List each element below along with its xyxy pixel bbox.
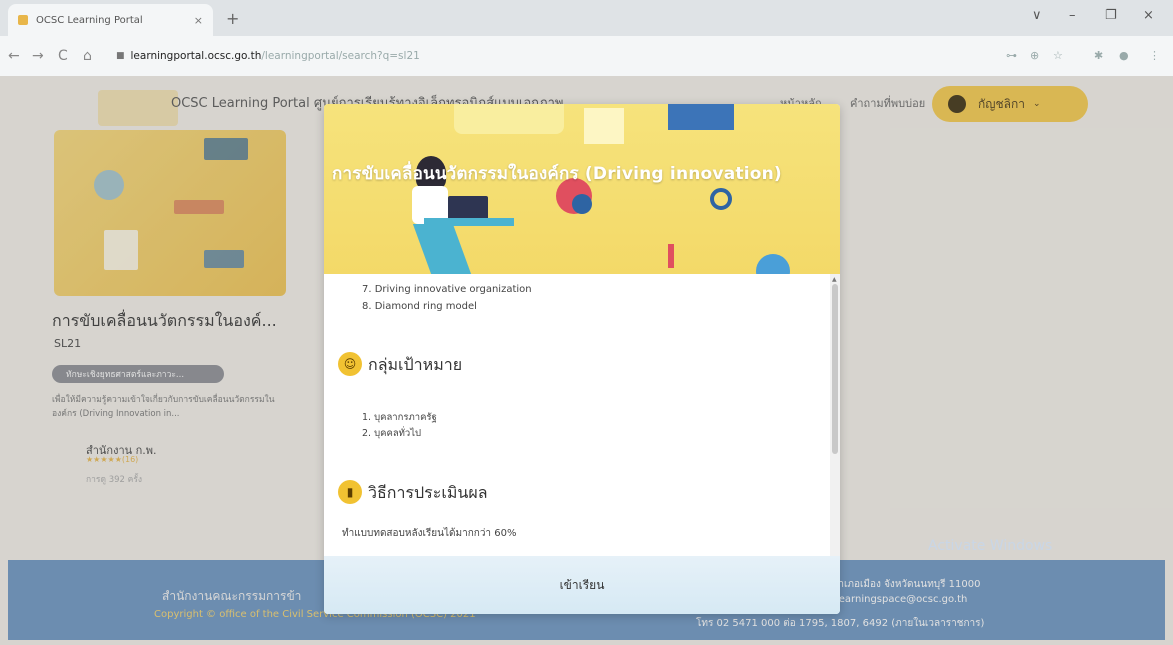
tab-close-icon[interactable]: × bbox=[194, 14, 203, 27]
key-icon[interactable]: ⊶ bbox=[1006, 49, 1017, 62]
new-tab-button[interactable]: + bbox=[226, 9, 239, 28]
target-audience-icon: ☺ bbox=[338, 352, 362, 376]
evaluation-heading: วิธีการประเมินผล bbox=[368, 483, 488, 502]
bar-chart-icon: ▮ bbox=[338, 480, 362, 504]
extensions-icon[interactable]: ✱ bbox=[1094, 49, 1103, 62]
share-icon[interactable]: ⊕ bbox=[1030, 49, 1039, 62]
modal-banner-title: การขับเคลื่อนนวัตกรรมในองค์กร (Driving i… bbox=[332, 164, 782, 184]
site-favicon-icon bbox=[18, 15, 28, 25]
activate-windows-watermark: Activate Windows bbox=[928, 538, 1053, 554]
target-item: 1. บุคลากรภาครัฐ bbox=[362, 412, 437, 423]
scroll-up-arrow-icon[interactable]: ▲ bbox=[832, 276, 837, 283]
tab-search-icon[interactable]: ∨ bbox=[1032, 8, 1042, 23]
lock-icon: ■ bbox=[116, 51, 125, 61]
target-audience-heading: กลุ่มเป้าหมาย bbox=[368, 355, 463, 374]
modal-content: 7. Driving innovative organization 8. Di… bbox=[324, 274, 830, 556]
enroll-button[interactable]: เข้าเรียน bbox=[532, 572, 632, 598]
scrollbar-thumb[interactable] bbox=[832, 284, 838, 454]
tab-title: OCSC Learning Portal bbox=[36, 14, 143, 26]
url-path: /learningportal/search?q=sl21 bbox=[261, 50, 420, 62]
modal-scrollbar[interactable]: ▲ bbox=[830, 274, 840, 556]
forward-icon[interactable]: → bbox=[32, 48, 44, 64]
back-icon[interactable]: ← bbox=[8, 48, 20, 64]
modal-footer: เข้าเรียน bbox=[324, 556, 840, 614]
maximize-button[interactable]: ❐ bbox=[1105, 8, 1117, 23]
url-host: learningportal.ocsc.go.th bbox=[130, 50, 262, 62]
evaluation-text: ทำแบบทดสอบหลังเรียนได้มากกว่า 60% bbox=[342, 528, 517, 539]
minimize-button[interactable]: – bbox=[1069, 8, 1076, 23]
course-banner: การขับเคลื่อนนวัตกรรมในองค์กร (Driving i… bbox=[324, 104, 840, 274]
browser-tab-bar: OCSC Learning Portal × + ∨ – ❐ × bbox=[0, 0, 1173, 36]
browser-tab[interactable]: OCSC Learning Portal × bbox=[8, 4, 213, 36]
course-detail-modal: การขับเคลื่อนนวัตกรรมในองค์กร (Driving i… bbox=[324, 104, 840, 614]
close-window-button[interactable]: × bbox=[1143, 8, 1154, 23]
bookmark-star-icon[interactable]: ☆ bbox=[1053, 49, 1063, 62]
outline-item: 8. Diamond ring model bbox=[362, 301, 477, 312]
profile-icon[interactable]: ● bbox=[1119, 49, 1129, 62]
reload-icon[interactable]: C bbox=[58, 48, 68, 64]
address-bar-row: ← → C ⌂ ■ learningportal.ocsc.go.th/lear… bbox=[0, 36, 1173, 76]
home-icon[interactable]: ⌂ bbox=[83, 48, 92, 64]
outline-item: 7. Driving innovative organization bbox=[362, 284, 532, 295]
menu-icon[interactable]: ⋮ bbox=[1149, 49, 1160, 62]
target-item: 2. บุคคลทั่วไป bbox=[362, 428, 422, 439]
url-input[interactable]: ■ learningportal.ocsc.go.th/learningport… bbox=[108, 43, 1058, 69]
